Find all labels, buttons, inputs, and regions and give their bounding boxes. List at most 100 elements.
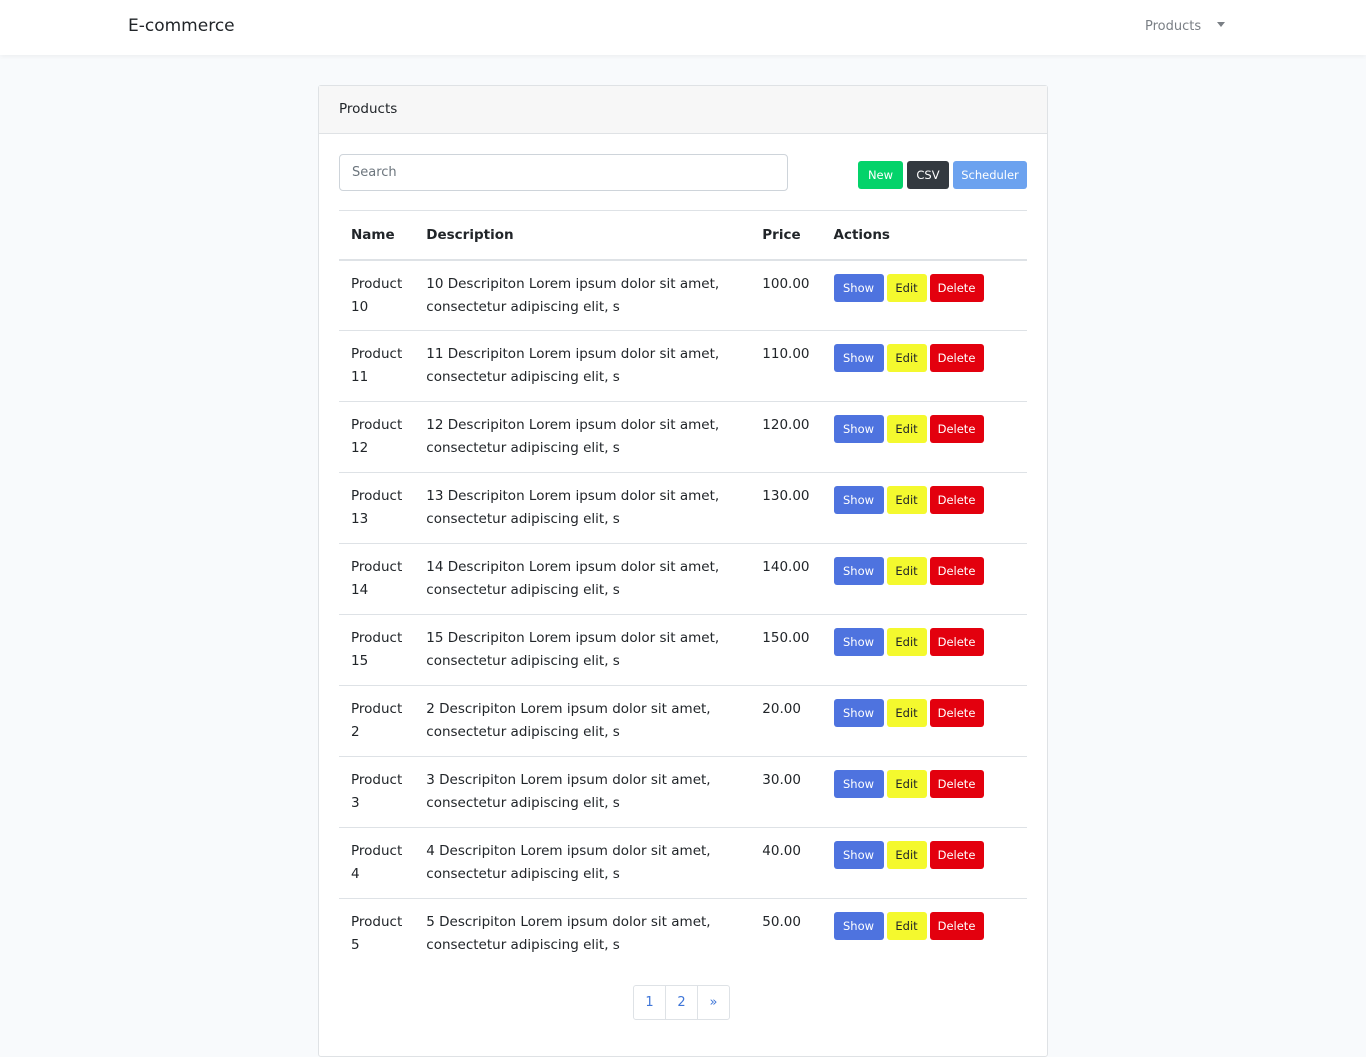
table-row: Product 44 Descripiton Lorem ipsum dolor… [339,827,1027,899]
csv-button[interactable]: CSV [907,161,949,189]
product-price: 30.00 [750,756,822,828]
product-name: Product 12 [339,401,415,473]
show-button[interactable]: Show [833,699,884,727]
product-price: 120.00 [750,401,822,473]
product-actions: Show Edit Delete [821,827,1027,899]
edit-button[interactable]: Edit [886,841,927,869]
delete-button[interactable]: Delete [929,557,984,585]
action-buttons: Show Edit Delete [833,485,1015,514]
action-buttons: Show Edit Delete [833,414,1015,443]
delete-button[interactable]: Delete [929,912,984,940]
product-actions: Show Edit Delete [821,756,1027,828]
edit-button[interactable]: Edit [886,344,927,372]
table-row: Product 12 12 Descripiton Lorem ipsum dol… [339,401,1027,473]
product-description: 3 Descripiton Lorem ipsum dolor sit amet… [414,756,751,828]
edit-button[interactable]: Edit [886,912,927,940]
show-button[interactable]: Show [833,273,884,302]
table-header-row: Name Description Price Actions [339,210,1027,261]
product-actions: Show Edit Delete [821,543,1027,615]
navbar: E-commerce Products [0,0,1366,55]
action-buttons: Show Edit Delete [833,769,1015,798]
product-actions: Show Edit Delete [821,472,1027,544]
product-name: Product 13 [339,472,415,544]
product-actions: Show Edit Delete [821,330,1027,402]
product-description: 12 Descripiton Lorem ipsum dolor sit ame… [414,401,751,473]
delete-button[interactable]: Delete [929,841,984,869]
product-price: 50.00 [750,898,822,970]
product-actions: Show Edit Delete [822,260,1027,331]
header-name: Name [339,210,415,261]
product-description: 14 Descripiton Lorem ipsum dolor sit ame… [414,543,751,615]
pagination: 1 2 » [633,985,730,1020]
edit-button[interactable]: Edit [886,699,927,727]
product-name: Product 11 [339,330,415,402]
show-button[interactable]: Show [833,770,884,798]
action-buttons: Show Edit Delete [833,556,1015,585]
delete-button[interactable]: Delete [929,415,984,443]
action-buttons: Show Edit Delete [833,343,1015,372]
page-2-link[interactable]: 2 [665,985,698,1020]
action-buttons: Show Edit Delete [833,911,1015,940]
delete-button[interactable]: Delete [929,273,984,302]
show-button[interactable]: Show [833,557,884,585]
next-page-link[interactable]: » [697,985,730,1020]
action-buttons: Show Edit Delete [833,840,1015,869]
product-name: Product 10 [351,275,403,315]
header-description: Description [414,210,751,261]
delete-button[interactable]: Delete [929,770,984,798]
product-actions: Show Edit Delete [821,898,1027,970]
table-row: Product 11 11 Descripiton Lorem ipsum dol… [339,330,1027,402]
product-price: 140.00 [750,543,822,615]
table-row: Product 14 14 Descripiton Lorem ipsum dol… [339,543,1027,615]
product-description: 5 Descripiton Lorem ipsum dolor sit amet… [414,898,751,970]
product-name: Product 15 [339,614,415,686]
product-price: 110.00 [750,330,822,402]
delete-button[interactable]: Delete [929,699,984,727]
edit-button[interactable]: Edit [886,415,927,443]
show-button[interactable]: Show [833,628,884,656]
product-name: Product 14 [339,543,415,615]
product-price: 150.00 [750,614,822,686]
edit-button[interactable]: Edit [886,770,927,798]
edit-button[interactable]: Edit [886,486,927,514]
scheduler-button[interactable]: Scheduler [953,161,1027,189]
product-description: 13 Descripiton Lorem ipsum dolor sit ame… [414,472,751,544]
products-table: Name Description Price Actions Product 1… [339,210,1027,970]
table-row: Product 13 13 Descripiton Lorem ipsum dol… [339,472,1027,544]
search-input[interactable] [339,154,788,191]
toolbar-buttons: New CSV Scheduler [858,161,1027,189]
action-buttons: Show Edit Delete [833,273,1015,302]
show-button[interactable]: Show [833,912,884,940]
product-description: 15 Descripiton Lorem ipsum dolor sit ame… [414,614,751,686]
delete-button[interactable]: Delete [929,344,984,372]
show-button[interactable]: Show [833,486,884,514]
products-dropdown[interactable]: Products [1145,19,1226,34]
product-actions: Show Edit Delete [821,401,1027,473]
table-row: Product 55 Descripiton Lorem ipsum dolor… [339,898,1027,970]
product-price: 40.00 [750,827,822,899]
edit-button[interactable]: Edit [886,628,927,656]
product-price: 20.00 [750,685,822,757]
product-name: Product 4 [339,827,415,899]
product-description: 11 Descripiton Lorem ipsum dolor sit ame… [414,330,751,402]
delete-button[interactable]: Delete [929,486,984,514]
new-button[interactable]: New [858,161,903,189]
table-row: Product 22 Descripiton Lorem ipsum dolor… [339,685,1027,757]
product-name: Product 2 [339,685,415,757]
show-button[interactable]: Show [833,415,884,443]
product-description: 4 Descripiton Lorem ipsum dolor sit amet… [414,827,751,899]
table-row: Product 10 10 Descripiton Lorem ipsum dol… [339,260,1027,331]
show-button[interactable]: Show [833,841,884,869]
show-button[interactable]: Show [833,344,884,372]
caret-down-icon [1217,22,1226,27]
page-1-link[interactable]: 1 [633,985,666,1020]
brand-link[interactable]: E-commerce [128,16,235,36]
edit-button[interactable]: Edit [886,273,927,302]
table-row: Product 15 15 Descripiton Lorem ipsum dol… [339,614,1027,686]
edit-button[interactable]: Edit [886,557,927,585]
product-name: Product 3 [339,756,415,828]
toolbar: New CSV Scheduler [319,134,1047,210]
product-price: 130.00 [750,472,822,544]
delete-button[interactable]: Delete [929,628,984,656]
products-card: Products New CSV Scheduler Name Descript… [318,85,1048,1057]
